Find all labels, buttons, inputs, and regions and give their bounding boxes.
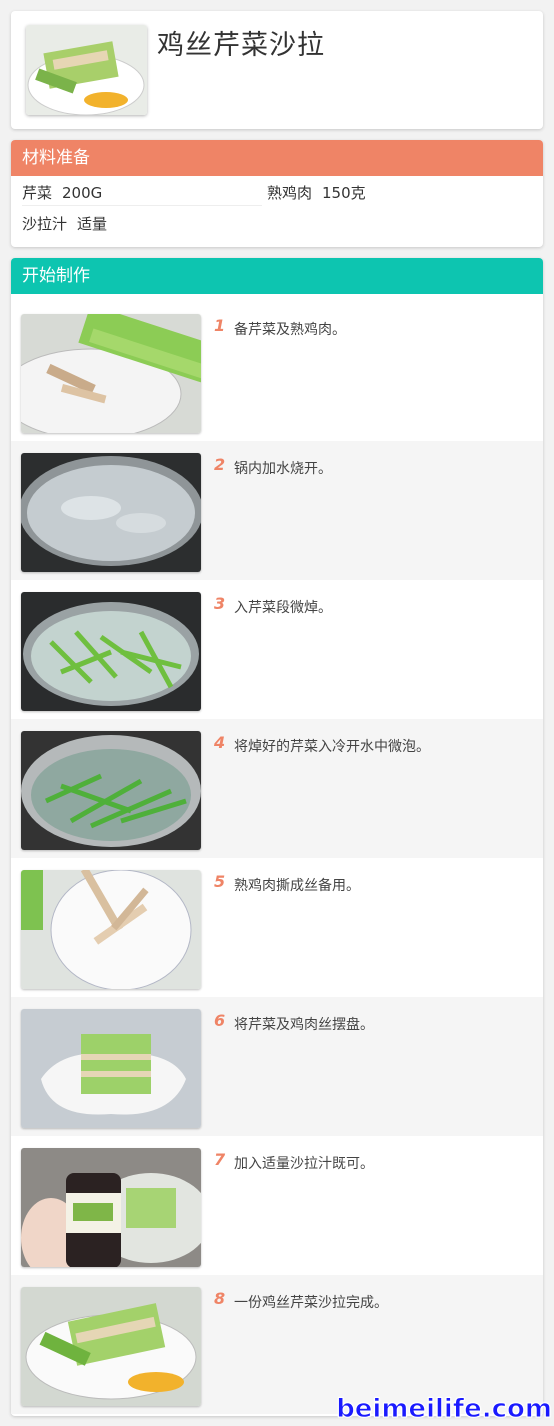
step-photo[interactable] [21,1148,201,1267]
recipe-header-card: 鸡丝芹菜沙拉 [11,11,543,129]
step-number: 5 [214,872,226,891]
ingredient-name: 熟鸡肉 [267,184,313,202]
step-photo[interactable] [21,731,201,850]
step-photo[interactable] [21,870,201,989]
step-text: 一份鸡丝芹菜沙拉完成。 [234,1295,388,1311]
ingredient-list: 芹菜 200G 熟鸡肉 150克 沙拉汁 适量 [11,176,543,247]
step-photo[interactable] [21,1287,201,1406]
step-number: 2 [214,455,226,474]
ingredient-amount: 150克 [322,184,366,202]
page-title: 鸡丝芹菜沙拉 [157,30,325,61]
ingredient-name: 芹菜 [22,184,53,202]
step-number: 8 [214,1289,226,1308]
step-text: 备芹菜及熟鸡肉。 [234,322,346,338]
steps-card: 开始制作 1 备芹菜及熟鸡肉。 2 锅内加水烧开。 3 入芹菜段微焯。 4 将焯… [11,258,543,1416]
step-item: 5 熟鸡肉撕成丝备用。 [11,858,543,997]
step-photo[interactable] [21,1009,201,1128]
ingredient-name: 沙拉汁 [22,215,68,233]
step-item: 7 加入适量沙拉汁既可。 [11,1136,543,1275]
recipe-cover-image[interactable] [26,25,147,115]
step-text: 加入适量沙拉汁既可。 [234,1156,374,1172]
step-text: 熟鸡肉撕成丝备用。 [234,878,360,894]
step-item: 6 将芹菜及鸡肉丝摆盘。 [11,997,543,1136]
step-item: 3 入芹菜段微焯。 [11,580,543,719]
step-photo[interactable] [21,453,201,572]
step-number: 7 [214,1150,226,1169]
site-watermark: beimeilife.com [336,1394,553,1425]
step-number: 1 [214,316,226,335]
ingredient-amount: 适量 [77,215,108,233]
ingredient-item: 熟鸡肉 150克 [267,181,366,205]
ingredient-amount: 200G [62,184,103,202]
step-photo[interactable] [21,314,201,433]
step-item: 1 备芹菜及熟鸡肉。 [11,302,543,441]
step-number: 4 [214,733,226,752]
ingredients-card: 材料准备 芹菜 200G 熟鸡肉 150克 沙拉汁 适量 [11,140,543,247]
step-item: 4 将焯好的芹菜入冷开水中微泡。 [11,719,543,858]
step-number: 6 [214,1011,226,1030]
step-text: 将芹菜及鸡肉丝摆盘。 [234,1017,374,1033]
step-item: 2 锅内加水烧开。 [11,441,543,580]
ingredients-header: 材料准备 [11,140,543,176]
step-text: 锅内加水烧开。 [234,461,332,477]
step-text: 入芹菜段微焯。 [234,600,332,616]
step-photo[interactable] [21,592,201,711]
ingredient-item: 沙拉汁 适量 [22,212,107,236]
ingredient-item: 芹菜 200G [22,181,262,206]
steps-header: 开始制作 [11,258,543,294]
step-text: 将焯好的芹菜入冷开水中微泡。 [234,739,430,755]
step-number: 3 [214,594,226,613]
